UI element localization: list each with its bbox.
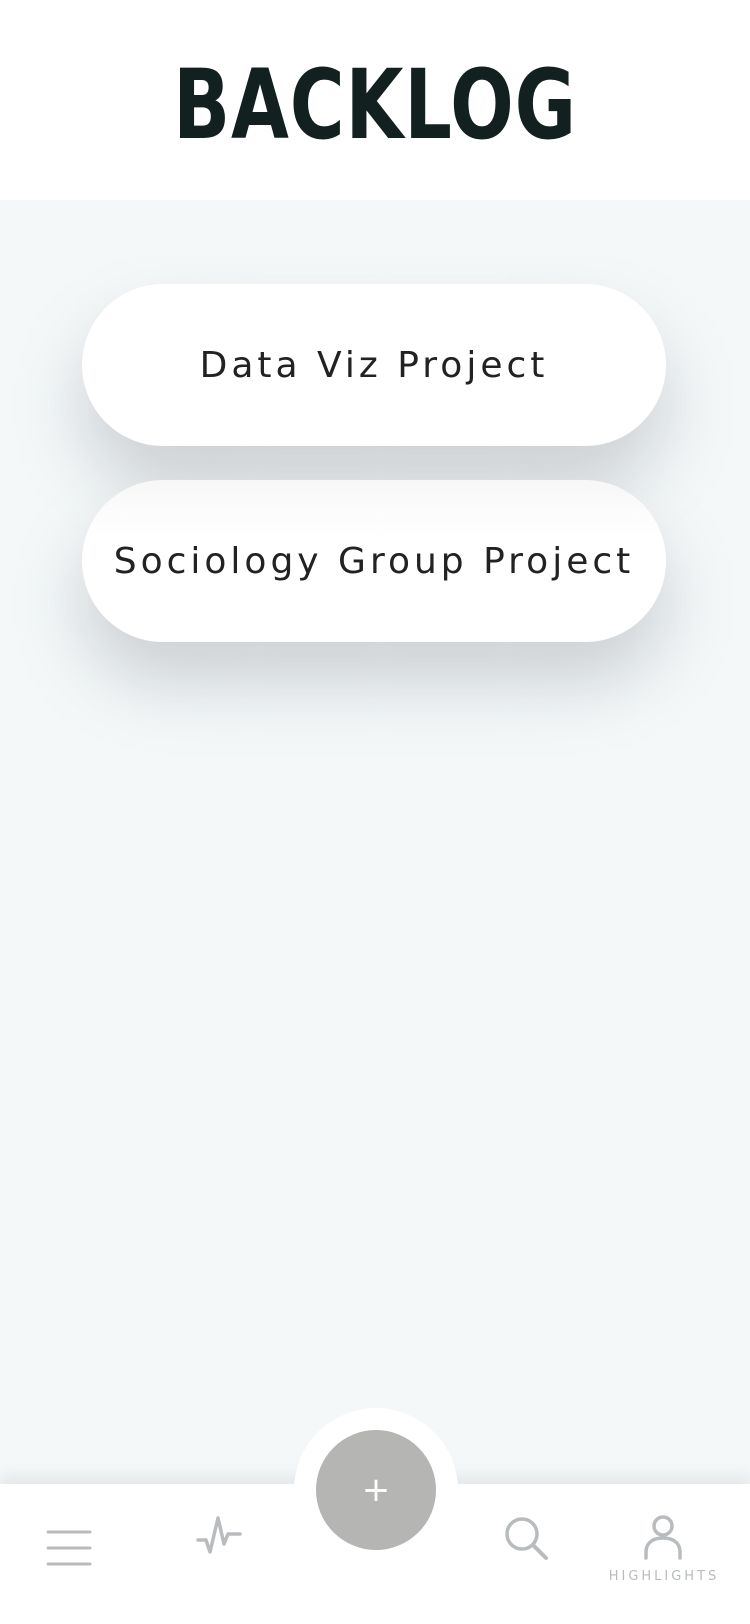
menu-icon[interactable] [46,1526,94,1574]
project-card-sociology[interactable]: Sociology Group Project [82,480,666,642]
project-card-data-viz[interactable]: Data Viz Project [82,284,666,446]
project-label: Data Viz Project [199,344,549,386]
search-icon[interactable] [504,1516,552,1564]
nav-caption-highlights: HIGHLIGHTS [608,1569,720,1584]
page-title: BACKLOG [173,49,577,161]
project-label: Sociology Group Project [113,540,635,582]
user-icon[interactable] [640,1514,688,1562]
add-button[interactable]: + [316,1430,436,1550]
activity-icon[interactable] [196,1514,244,1562]
header: BACKLOG [0,0,750,200]
